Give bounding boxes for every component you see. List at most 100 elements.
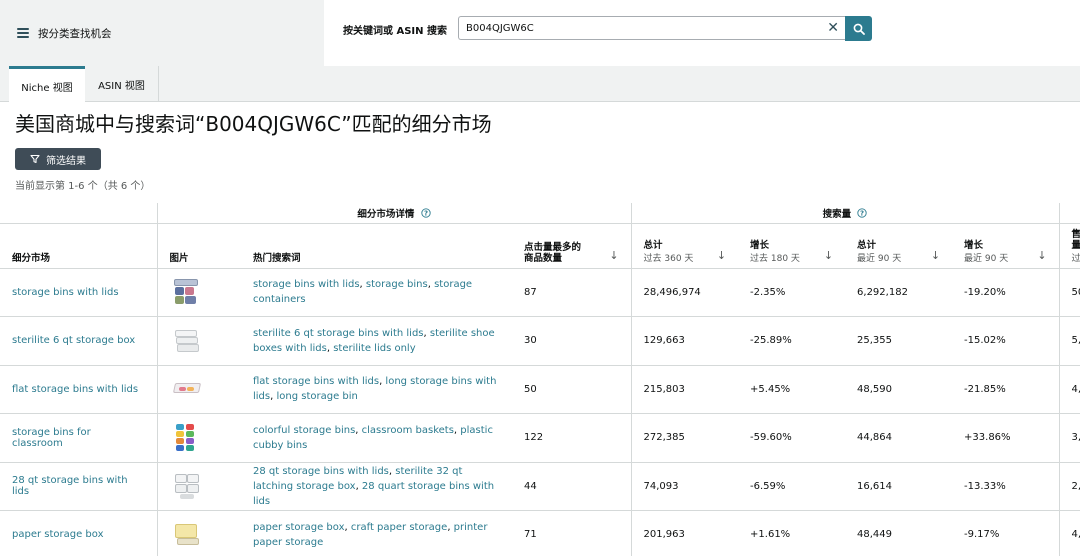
top-search-terms: flat storage bins with lids, long storag… bbox=[241, 365, 512, 414]
table-row[interactable]: flat storage bins with lids flat storage… bbox=[0, 365, 1080, 414]
growth-90: +33.86% bbox=[952, 413, 1060, 463]
niche-link[interactable]: storage bins for classroom bbox=[0, 413, 157, 463]
col-growth-90[interactable]: 增长 最近 90 天 ↓ bbox=[952, 223, 1060, 269]
col-total-360-label: 总计 bbox=[643, 239, 663, 251]
category-menu-label[interactable]: 按分类查找机会 bbox=[38, 26, 112, 41]
group-header-sales bbox=[1058, 203, 1080, 224]
search-box[interactable]: ✕ bbox=[458, 16, 845, 40]
col-growth-180-label: 增长 bbox=[750, 239, 770, 251]
info-icon[interactable]: ? bbox=[857, 208, 868, 218]
filter-button-label: 筛选结果 bbox=[46, 155, 86, 167]
col-sales[interactable]: 售 量 过 bbox=[1058, 223, 1080, 269]
search-area: 按关键词或 ASIN 搜索 ✕ bbox=[324, 0, 1080, 66]
sort-arrow-icon[interactable]: ↓ bbox=[717, 249, 726, 262]
clear-icon[interactable]: ✕ bbox=[827, 20, 839, 36]
sales-value: 4, bbox=[1058, 510, 1080, 556]
product-image[interactable] bbox=[156, 462, 241, 511]
search-term-link[interactable]: sterilite 6 qt storage bins with lids bbox=[253, 328, 424, 339]
col-total-90-sub: 最近 90 天 bbox=[857, 253, 902, 264]
growth-180: -6.59% bbox=[738, 462, 846, 511]
clicks-count: 71 bbox=[512, 510, 632, 556]
sort-arrow-icon[interactable]: ↓ bbox=[1037, 249, 1046, 262]
column-header-row: 细分市场 图片 热门搜索词 点击量最多的 商品数量 ↓ 总计 过去 360 天 … bbox=[0, 223, 1080, 269]
col-growth-180[interactable]: 增长 过去 180 天 ↓ bbox=[738, 223, 846, 269]
sort-arrow-icon[interactable]: ↓ bbox=[609, 249, 618, 262]
table-row[interactable]: paper storage box paper storage box, cra… bbox=[0, 510, 1080, 556]
niche-link[interactable]: storage bins with lids bbox=[0, 268, 157, 317]
col-clicks[interactable]: 点击量最多的 商品数量 ↓ bbox=[512, 223, 632, 269]
col-sales-label-2: 量 bbox=[1071, 239, 1080, 251]
product-image[interactable] bbox=[156, 413, 241, 463]
total-90: 6,292,182 bbox=[845, 268, 953, 317]
product-thumbnail bbox=[172, 326, 202, 356]
top-bar: 按分类查找机会 按关键词或 ASIN 搜索 ✕ bbox=[0, 0, 1080, 66]
product-thumbnail bbox=[172, 520, 202, 550]
sales-value: 5, bbox=[1058, 316, 1080, 366]
table-row[interactable]: sterilite 6 qt storage box sterilite 6 q… bbox=[0, 316, 1080, 366]
col-clicks-label-2: 商品数量 bbox=[524, 252, 563, 264]
table-row[interactable]: storage bins with lids storage bins with… bbox=[0, 268, 1080, 317]
search-term-link[interactable]: 28 qt storage bins with lids bbox=[253, 466, 389, 477]
category-nav[interactable]: 按分类查找机会 bbox=[0, 0, 324, 66]
search-term-link[interactable]: colorful storage bins bbox=[253, 425, 355, 436]
sort-arrow-icon[interactable]: ↓ bbox=[931, 249, 940, 262]
search-term-link[interactable]: storage bins bbox=[366, 279, 428, 290]
product-image[interactable] bbox=[156, 510, 241, 556]
niche-table: 细分市场详情 ? 搜索量 ? 细分市场 图片 热门搜索词 点击量最多的 商品数量… bbox=[0, 203, 1080, 556]
tab-niche-view[interactable]: Niche 视图 bbox=[9, 66, 85, 103]
view-tabs: Niche 视图 ASIN 视图 bbox=[0, 66, 1080, 103]
search-term-link[interactable]: storage bins with lids bbox=[253, 279, 360, 290]
top-search-terms: colorful storage bins, classroom baskets… bbox=[241, 413, 512, 463]
search-button[interactable] bbox=[845, 16, 872, 41]
table-row[interactable]: 28 qt storage bins with lids 28 qt stora… bbox=[0, 462, 1080, 511]
product-image[interactable] bbox=[156, 316, 241, 366]
group-header-row: 细分市场详情 ? 搜索量 ? bbox=[0, 203, 1080, 224]
search-term-link[interactable]: flat storage bins with lids bbox=[253, 376, 379, 387]
total-360: 74,093 bbox=[630, 462, 739, 511]
col-clicks-label-1: 点击量最多的 bbox=[524, 241, 582, 253]
group-header-details-label: 细分市场详情 bbox=[357, 208, 415, 220]
niche-link[interactable]: 28 qt storage bins with lids bbox=[0, 462, 157, 511]
tab-asin-view[interactable]: ASIN 视图 bbox=[85, 66, 159, 102]
table-row[interactable]: storage bins for classroom colorful stor… bbox=[0, 413, 1080, 463]
svg-text:?: ? bbox=[860, 209, 864, 217]
col-niche[interactable]: 细分市场 bbox=[0, 223, 157, 269]
col-total-90[interactable]: 总计 最近 90 天 ↓ bbox=[845, 223, 953, 269]
info-icon[interactable]: ? bbox=[421, 208, 431, 218]
product-thumbnail bbox=[172, 423, 202, 453]
col-image-label: 图片 bbox=[169, 252, 189, 264]
sort-arrow-icon[interactable]: ↓ bbox=[824, 249, 833, 262]
sales-value: 4, bbox=[1058, 365, 1080, 414]
total-360: 28,496,974 bbox=[630, 268, 739, 317]
sales-value: 3, bbox=[1058, 413, 1080, 463]
product-image[interactable] bbox=[156, 268, 241, 317]
growth-90: -13.33% bbox=[952, 462, 1060, 511]
growth-180: -25.89% bbox=[738, 316, 846, 366]
group-header-search-volume: 搜索量 ? bbox=[630, 203, 1060, 224]
search-label: 按关键词或 ASIN 搜索 bbox=[343, 26, 447, 37]
clicks-count: 50 bbox=[512, 365, 632, 414]
filter-results-button[interactable]: 筛选结果 bbox=[15, 148, 101, 170]
product-thumbnail bbox=[172, 374, 202, 404]
total-90: 44,864 bbox=[845, 413, 953, 463]
hamburger-menu-icon[interactable] bbox=[17, 28, 29, 38]
col-niche-label: 细分市场 bbox=[12, 252, 51, 264]
col-total-360[interactable]: 总计 过去 360 天 ↓ bbox=[630, 223, 739, 269]
search-term-link[interactable]: classroom baskets bbox=[362, 425, 454, 436]
niche-link[interactable]: flat storage bins with lids bbox=[0, 365, 157, 414]
growth-180: -2.35% bbox=[738, 268, 846, 317]
niche-link[interactable]: paper storage box bbox=[0, 510, 157, 556]
growth-90: -21.85% bbox=[952, 365, 1060, 414]
col-growth-90-label: 增长 bbox=[964, 239, 984, 251]
total-90: 25,355 bbox=[845, 316, 953, 366]
clicks-count: 122 bbox=[512, 413, 632, 463]
search-term-link[interactable]: paper storage box bbox=[253, 522, 345, 533]
product-image[interactable] bbox=[156, 365, 241, 414]
search-term-link[interactable]: craft paper storage bbox=[351, 522, 447, 533]
search-term-link[interactable]: long storage bin bbox=[276, 391, 357, 402]
search-input[interactable] bbox=[459, 17, 809, 39]
group-header-details: 细分市场详情 ? bbox=[156, 203, 632, 224]
top-search-terms: 28 qt storage bins with lids, sterilite … bbox=[241, 462, 512, 511]
niche-link[interactable]: sterilite 6 qt storage box bbox=[0, 316, 157, 366]
search-term-link[interactable]: sterilite lids only bbox=[333, 343, 415, 354]
